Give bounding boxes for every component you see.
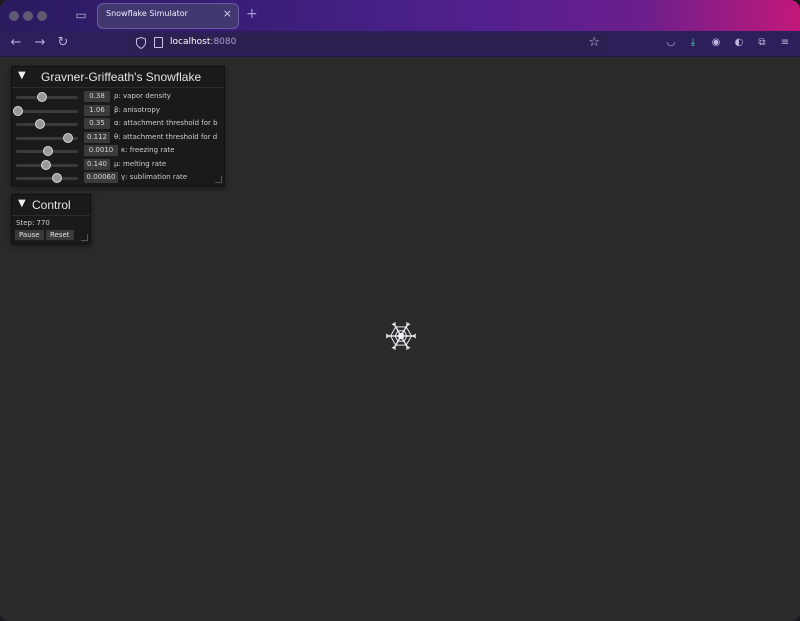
snowflake-ring — [390, 326, 397, 337]
param-slider-track[interactable] — [16, 96, 78, 99]
url-port: :8080 — [210, 37, 237, 47]
collapse-triangle-icon[interactable]: ▼ — [18, 70, 26, 81]
param-list: 0.38 ρ: vapor density 1.06 β: anisotropy 0.3… — [12, 88, 224, 185]
param-label: ρ: vapor density — [114, 92, 171, 100]
param-slider-knob[interactable] — [40, 159, 51, 170]
param-slider-track[interactable] — [16, 177, 78, 180]
navigation-bar: ← → ↻ localhost:8080 ☆ ◡ ⤓ ◉ ◐ ⧉ ≡ — [0, 31, 800, 57]
url-text[interactable]: localhost:8080 — [170, 37, 236, 47]
param-label: κ: freezing rate — [121, 146, 175, 154]
param-value-field[interactable]: 0.35 — [84, 118, 110, 129]
param-row: 0.35 α: attachment threshold for b — [12, 117, 224, 131]
panel-title-text: Gravner-Griffeath's Snowflake — [41, 70, 202, 84]
tab-snowflake-simulator[interactable]: Snowflake Simulator × — [98, 4, 238, 28]
extensions-puzzle-icon[interactable]: ⧉ — [756, 37, 768, 49]
param-label: α: attachment threshold for b — [114, 119, 218, 127]
bookmark-star-icon[interactable]: ☆ — [588, 35, 600, 50]
reset-button[interactable]: Reset — [46, 230, 74, 240]
snowflake-ring — [403, 330, 408, 337]
param-row: 0.140 μ: melting rate — [12, 158, 224, 172]
param-label: θ: attachment threshold for d — [114, 132, 218, 141]
param-row: 0.38 ρ: vapor density — [12, 90, 224, 104]
page-icon — [154, 37, 163, 48]
menu-icon[interactable]: ≡ — [779, 37, 791, 49]
collapse-triangle-icon[interactable]: ▼ — [18, 198, 26, 209]
page-content: ▼ Gravner-Griffeath's Snowflake 0.38 ρ: v… — [0, 57, 800, 621]
maximize-window-button[interactable] — [37, 11, 47, 21]
param-slider-knob[interactable] — [13, 105, 23, 116]
control-title-text: Control — [32, 198, 71, 212]
param-value-field[interactable]: 0.112 — [84, 131, 110, 143]
tab-close-icon[interactable]: × — [223, 7, 232, 20]
snowflake-core — [397, 332, 405, 340]
param-slider-knob[interactable] — [36, 92, 47, 102]
param-slider-knob[interactable] — [52, 173, 63, 183]
gui-panel-snowflake: ▼ Gravner-Griffeath's Snowflake 0.38 ρ: v… — [11, 66, 225, 186]
extension-globe-icon[interactable]: ◉ — [710, 37, 722, 49]
resize-handle[interactable] — [81, 234, 88, 241]
snowflake-ring — [394, 335, 399, 342]
snowflake-canvas — [385, 322, 417, 350]
param-row: 1.06 β: anisotropy — [12, 104, 224, 118]
param-value-field[interactable]: 0.38 — [84, 91, 110, 102]
snowflake-ring — [405, 326, 412, 337]
pause-button[interactable]: Pause — [15, 230, 44, 240]
close-window-button[interactable] — [9, 11, 19, 21]
reload-icon[interactable]: ↻ — [55, 35, 71, 51]
param-value-field[interactable]: 0.00060 — [84, 172, 118, 183]
param-value-field[interactable]: 0.0010 — [84, 145, 118, 156]
tab-bar: ▭ Snowflake Simulator × + — [0, 0, 800, 31]
snowflake-ring — [405, 335, 412, 346]
param-label: γ: sublimation rate — [121, 173, 188, 181]
tab-overview-icon[interactable]: ▭ — [74, 8, 88, 22]
pocket-icon[interactable]: ◡ — [665, 37, 677, 49]
param-slider-knob[interactable] — [42, 146, 53, 156]
gui-panel-title[interactable]: ▼ Gravner-Griffeath's Snowflake — [12, 67, 224, 88]
snowflake-ring — [390, 335, 397, 346]
tab-title: Snowflake Simulator — [106, 9, 188, 18]
browser-window: ▭ Snowflake Simulator × + ← → ↻ localhos… — [0, 0, 800, 621]
snowflake-ring — [403, 335, 408, 342]
param-row: 0.0010 κ: freezing rate — [12, 144, 224, 158]
param-value-field[interactable]: 0.140 — [84, 158, 110, 170]
resize-handle[interactable] — [215, 176, 222, 183]
param-slider-knob[interactable] — [62, 132, 73, 143]
control-panel-title[interactable]: ▼ Control — [12, 195, 90, 216]
shield-icon[interactable] — [136, 37, 146, 49]
extension-shield-icon[interactable]: ◐ — [733, 37, 745, 49]
param-slider-track[interactable] — [16, 123, 78, 126]
new-tab-button[interactable]: + — [246, 6, 258, 22]
step-counter: Step: 770 — [16, 219, 50, 227]
param-label: β: anisotropy — [114, 105, 160, 114]
forward-arrow-icon[interactable]: → — [32, 35, 48, 51]
minimize-window-button[interactable] — [23, 11, 33, 21]
param-slider-track[interactable] — [16, 109, 78, 113]
param-label: μ: melting rate — [114, 159, 167, 168]
url-host: localhost — [170, 37, 211, 47]
param-row: 0.00060 γ: sublimation rate — [12, 171, 224, 185]
param-row: 0.112 θ: attachment threshold for d — [12, 131, 224, 145]
back-arrow-icon[interactable]: ← — [8, 35, 24, 51]
gui-panel-control: ▼ Control Step: 770 Pause Reset — [11, 194, 91, 244]
snowflake-ring — [394, 330, 399, 337]
address-bar[interactable]: localhost:8080 ☆ — [128, 34, 608, 53]
param-slider-knob[interactable] — [35, 119, 46, 129]
param-value-field[interactable]: 1.06 — [84, 104, 110, 116]
download-icon[interactable]: ⤓ — [687, 37, 699, 49]
